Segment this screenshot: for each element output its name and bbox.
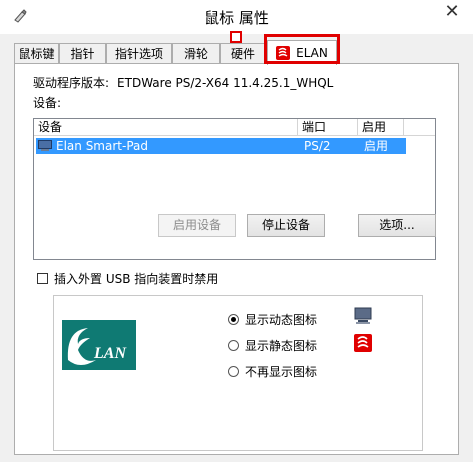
tab-label: 鼠标键 [18, 47, 55, 61]
radio-label: 显示静态图标 [245, 339, 318, 353]
tab-label: 指针 [70, 47, 95, 61]
usb-disable-checkbox-row[interactable]: 插入外置 USB 指向装置时禁用 [37, 270, 218, 287]
tab-hardware[interactable]: 硬件 [220, 43, 266, 63]
radio-dynamic-icon[interactable]: 显示动态图标 [228, 311, 317, 328]
column-port[interactable]: 端口 [298, 119, 358, 135]
elan-panel: 驱动程序版本: ETDWare PS/2-X64 11.4.25.1_WHQL 设… [14, 63, 459, 455]
elan-logo-text: LAN [93, 345, 127, 362]
cell-port: PS/2 [304, 139, 331, 153]
window-title: 鼠标 属性 [204, 9, 269, 27]
title-bar: 鼠标 属性 ✕ [0, 0, 473, 34]
list-header: 设备 端口 启用 [34, 119, 435, 136]
tab-highlight-box [264, 34, 340, 64]
tray-icon-group: LAN 显示动态图标 显示静态图标 不再显示图标 [53, 295, 423, 451]
usb-disable-checkbox[interactable] [37, 273, 48, 284]
elan-red-icon [354, 334, 372, 352]
column-enabled[interactable]: 启用 [358, 119, 404, 135]
enable-device-button[interactable]: 启用设备 [158, 214, 236, 237]
elan-logo: LAN [62, 320, 136, 370]
options-button[interactable]: 选项... [358, 214, 436, 237]
tab-label: 指针选项 [114, 47, 163, 61]
checkbox-label: 插入外置 USB 指向装置时禁用 [54, 272, 219, 286]
radio-label: 不再显示图标 [245, 365, 318, 379]
driver-version-line: 驱动程序版本: ETDWare PS/2-X64 11.4.25.1_WHQL [33, 74, 333, 91]
radio-label: 显示动态图标 [245, 313, 318, 327]
cell-enabled: 启用 [364, 139, 389, 153]
close-icon: ✕ [444, 1, 460, 22]
tab-pointer-options[interactable]: 指针选项 [106, 43, 172, 63]
device-list[interactable]: 设备 端口 启用 Elan Smart-Pad PS/2 启用 [33, 118, 436, 260]
devices-label: 设备: [33, 96, 62, 110]
tab-pointers[interactable]: 指针 [59, 43, 106, 63]
radio-button[interactable] [228, 340, 239, 351]
monitor-icon [354, 307, 372, 324]
stop-device-button[interactable]: 停止设备 [247, 214, 325, 237]
radio-no-icon[interactable]: 不再显示图标 [228, 363, 317, 380]
table-row[interactable]: Elan Smart-Pad PS/2 启用 [36, 138, 406, 154]
driver-label: 驱动程序版本: [33, 76, 110, 90]
tab-wheel[interactable]: 滑轮 [172, 43, 220, 63]
radio-button[interactable] [228, 314, 239, 325]
tab-label: 滑轮 [183, 47, 208, 61]
radio-button[interactable] [228, 366, 239, 377]
cell-device: Elan Smart-Pad [56, 139, 148, 153]
column-device[interactable]: 设备 [34, 119, 298, 135]
driver-version: ETDWare PS/2-X64 11.4.25.1_WHQL [117, 76, 334, 90]
annotation-marker [230, 31, 242, 43]
radio-static-icon[interactable]: 显示静态图标 [228, 337, 317, 354]
close-button[interactable]: ✕ [439, 1, 465, 23]
tab-mouse-buttons[interactable]: 鼠标键 [14, 43, 59, 63]
tab-label: 硬件 [230, 47, 255, 61]
touchpad-device-icon [38, 140, 52, 151]
